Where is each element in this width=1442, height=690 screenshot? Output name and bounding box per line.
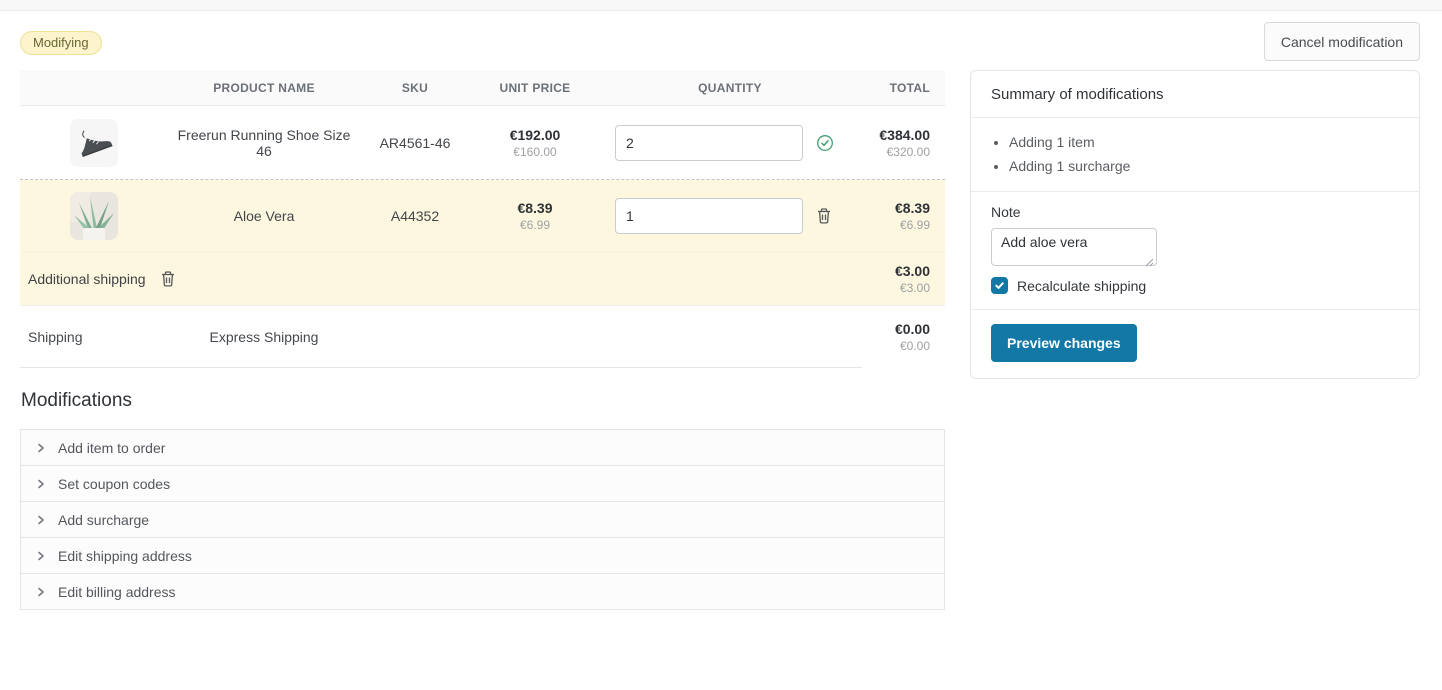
accordion-edit-shipping-address[interactable]: Edit shipping address	[20, 537, 945, 574]
chevron-right-icon	[35, 514, 47, 526]
product-sku: A44352	[360, 208, 470, 224]
surcharge-row: Additional shipping €3.00 €3.00	[20, 252, 945, 306]
chevron-right-icon	[35, 550, 47, 562]
preview-changes-button[interactable]: Preview changes	[991, 324, 1137, 362]
product-name: Aloe Vera	[168, 208, 360, 224]
total-gross: €384.00	[860, 127, 930, 143]
top-bar	[0, 0, 1442, 11]
summary-bullet-list: Adding 1 item Adding 1 surcharge	[971, 118, 1419, 192]
accordion-label: Add surcharge	[58, 512, 149, 528]
unit-price-cell: €8.39 €6.99	[470, 200, 600, 232]
unit-price-cell: €192.00 €160.00	[470, 127, 600, 159]
quantity-input[interactable]	[615, 198, 803, 234]
surcharge-total-net: €3.00	[895, 281, 930, 295]
cancel-modification-button[interactable]: Cancel modification	[1264, 22, 1420, 61]
trash-icon	[160, 270, 176, 287]
sneaker-image	[72, 121, 116, 165]
surcharge-total-gross: €3.00	[895, 263, 930, 279]
total-net: €320.00	[860, 145, 930, 159]
note-label: Note	[991, 204, 1399, 220]
accordion-label: Set coupon codes	[58, 476, 170, 492]
recalculate-shipping-row[interactable]: Recalculate shipping	[991, 277, 1399, 294]
unit-price-gross: €192.00	[470, 127, 600, 143]
summary-panel: Summary of modifications Adding 1 item A…	[970, 70, 1420, 379]
shipping-total-net: €0.00	[860, 339, 930, 353]
header-quantity: QUANTITY	[600, 81, 860, 95]
recalculate-shipping-label: Recalculate shipping	[1017, 278, 1146, 294]
header-product-name: PRODUCT NAME	[168, 81, 360, 95]
total-cell: €8.39 €6.99	[860, 200, 945, 232]
total-cell: €3.00 €3.00	[895, 263, 945, 295]
total-net: €6.99	[860, 218, 930, 232]
total-cell: €0.00 €0.00	[860, 321, 945, 353]
product-thumbnail-shoe	[70, 119, 118, 167]
table-header: PRODUCT NAME SKU UNIT PRICE QUANTITY TOT…	[20, 70, 945, 106]
resize-handle-icon[interactable]	[1145, 254, 1154, 263]
check-circle-icon	[816, 134, 834, 152]
accordion-label: Edit billing address	[58, 584, 176, 600]
accordion-edit-billing-address[interactable]: Edit billing address	[20, 573, 945, 610]
delete-surcharge-button[interactable]	[160, 270, 176, 287]
total-gross: €8.39	[860, 200, 930, 216]
order-items-section: PRODUCT NAME SKU UNIT PRICE QUANTITY TOT…	[20, 70, 945, 610]
chevron-right-icon	[35, 478, 47, 490]
chevron-right-icon	[35, 442, 47, 454]
page-header: Modifying Cancel modification	[20, 11, 1420, 70]
quantity-input[interactable]	[615, 125, 803, 161]
summary-bullet: Adding 1 item	[1009, 130, 1399, 154]
shipping-total-gross: €0.00	[860, 321, 930, 337]
chevron-right-icon	[35, 586, 47, 598]
status-badge: Modifying	[20, 31, 102, 55]
accordion-set-coupon-codes[interactable]: Set coupon codes	[20, 465, 945, 502]
quantity-cell	[600, 198, 860, 234]
unit-price-net: €160.00	[470, 145, 600, 159]
shipping-method: Express Shipping	[168, 329, 360, 345]
table-row-highlighted: Aloe Vera A44352 €8.39 €6.99	[20, 180, 945, 252]
header-sku: SKU	[360, 81, 470, 95]
order-modification-page: Modifying Cancel modification PRODUCT NA…	[0, 11, 1442, 610]
accordion-add-surcharge[interactable]: Add surcharge	[20, 501, 945, 538]
recalculate-checkbox[interactable]	[991, 277, 1008, 294]
table-row: Freerun Running Shoe Size 46 AR4561-46 €…	[20, 106, 945, 180]
accordion-add-item-to-order[interactable]: Add item to order	[20, 429, 945, 466]
aloe-image	[70, 192, 118, 240]
product-name: Freerun Running Shoe Size 46	[168, 127, 360, 159]
surcharge-label: Additional shipping	[20, 271, 146, 287]
accordion-label: Edit shipping address	[58, 548, 192, 564]
accordion-label: Add item to order	[58, 440, 165, 456]
header-total: TOTAL	[860, 81, 945, 95]
quantity-cell	[600, 125, 860, 161]
checkbox-check-icon	[994, 280, 1005, 291]
modifications-accordion: Add item to order Set coupon codes Add s…	[20, 429, 945, 610]
delete-item-button[interactable]	[816, 207, 832, 224]
main-area: PRODUCT NAME SKU UNIT PRICE QUANTITY TOT…	[20, 70, 1420, 610]
summary-bullet: Adding 1 surcharge	[1009, 154, 1399, 178]
note-input[interactable]: Add aloe vera	[991, 228, 1157, 266]
panel-action-section: Preview changes	[971, 310, 1419, 378]
total-cell: €384.00 €320.00	[860, 127, 945, 159]
shipping-label: Shipping	[20, 329, 168, 345]
product-thumbnail-aloe	[70, 192, 118, 240]
header-unit-price: UNIT PRICE	[470, 81, 600, 95]
summary-title: Summary of modifications	[971, 71, 1419, 118]
shipping-row: Shipping Express Shipping €0.00 €0.00	[20, 306, 945, 368]
product-sku: AR4561-46	[360, 135, 470, 151]
trash-icon	[816, 207, 832, 224]
modifications-heading: Modifications	[21, 390, 945, 412]
note-section: Note Add aloe vera Recalculate shipping	[971, 192, 1419, 310]
unit-price-gross: €8.39	[470, 200, 600, 216]
unit-price-net: €6.99	[470, 218, 600, 232]
